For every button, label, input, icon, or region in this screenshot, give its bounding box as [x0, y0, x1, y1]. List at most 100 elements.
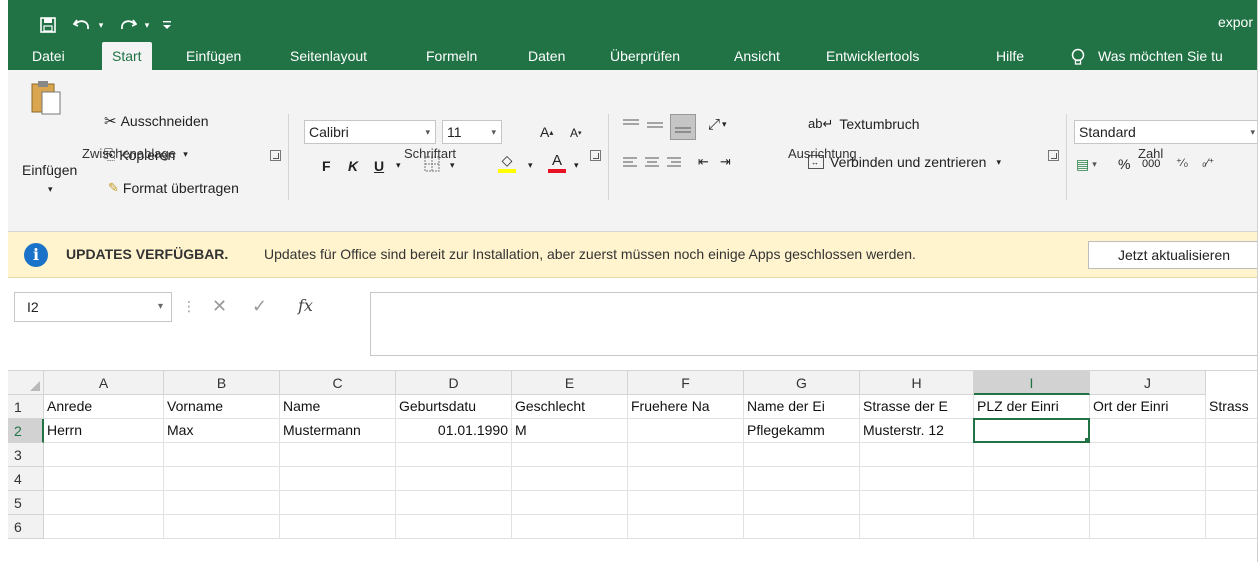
tab-seitenlayout[interactable]: Seitenlayout [290, 42, 367, 70]
tab-datei[interactable]: Datei [32, 42, 65, 70]
cell-j5[interactable] [1090, 491, 1206, 515]
cell-b2[interactable]: Max [164, 419, 280, 443]
tab-daten[interactable]: Daten [528, 42, 565, 70]
row-header-2[interactable]: 2 [8, 419, 44, 443]
save-icon[interactable] [36, 12, 60, 38]
fill-color-dropdown-icon[interactable]: ▾ [528, 160, 533, 171]
fill-color-icon[interactable]: ◇ [498, 152, 516, 173]
cell-f6[interactable] [628, 515, 744, 539]
cell-g3[interactable] [744, 443, 860, 467]
cell-a2[interactable]: Herrn [44, 419, 164, 443]
cell-k6[interactable] [1206, 515, 1257, 539]
confirm-icon[interactable]: ✓ [252, 296, 267, 317]
redo-dropdown-icon[interactable]: ▾ [142, 12, 152, 38]
tab-entwicklertools[interactable]: Entwicklertools [826, 42, 919, 70]
increase-indent-icon[interactable]: ⇥ [720, 154, 731, 170]
cell-k3[interactable] [1206, 443, 1257, 467]
font-color-dropdown-icon[interactable]: ▾ [574, 160, 579, 171]
font-launcher-icon[interactable] [590, 150, 601, 161]
update-now-button[interactable]: Jetzt aktualisieren [1088, 241, 1257, 269]
column-header-b[interactable]: B [164, 371, 280, 395]
currency-icon[interactable]: ▤ ▾ [1076, 156, 1097, 173]
cell-j6[interactable] [1090, 515, 1206, 539]
cell-h6[interactable] [860, 515, 974, 539]
column-header-g[interactable]: G [744, 371, 860, 395]
cell-e6[interactable] [512, 515, 628, 539]
underline-button[interactable]: U [374, 158, 384, 174]
row-header-1[interactable]: 1 [8, 395, 44, 419]
font-name-select[interactable]: Calibri ▾ [304, 120, 436, 144]
cell-k4[interactable] [1206, 467, 1257, 491]
cell-c2[interactable]: Mustermann [280, 419, 396, 443]
select-all-corner[interactable] [8, 371, 44, 395]
cell-e1[interactable]: Geschlecht [512, 395, 628, 419]
column-header-a[interactable]: A [44, 371, 164, 395]
chevron-down-icon[interactable]: ▾ [158, 293, 163, 321]
cell-b4[interactable] [164, 467, 280, 491]
cell-c3[interactable] [280, 443, 396, 467]
cell-b6[interactable] [164, 515, 280, 539]
copy-dropdown-icon[interactable]: ▾ [183, 149, 188, 160]
cell-g6[interactable] [744, 515, 860, 539]
customize-toolbar-icon[interactable] [160, 12, 174, 38]
cell-j3[interactable] [1090, 443, 1206, 467]
orientation-icon[interactable]: ⤢ ▾ [708, 116, 727, 133]
cell-h2[interactable]: Musterstr. 12 [860, 419, 974, 443]
name-box[interactable]: I2 ▾ [14, 292, 172, 322]
clipboard-launcher-icon[interactable] [270, 150, 281, 161]
cancel-icon[interactable]: ✕ [212, 296, 227, 317]
alignment-launcher-icon[interactable] [1048, 150, 1059, 161]
cell-c5[interactable] [280, 491, 396, 515]
cell-j1[interactable]: Ort der Einri [1090, 395, 1206, 419]
cell-g5[interactable] [744, 491, 860, 515]
decrease-decimal-icon[interactable]: ₀⁄⁺ [1202, 156, 1214, 169]
align-bottom-icon[interactable] [670, 114, 696, 140]
align-left-icon[interactable] [622, 156, 638, 170]
cell-e3[interactable] [512, 443, 628, 467]
insert-function-icon[interactable]: fx [298, 296, 313, 315]
column-header-d[interactable]: D [396, 371, 512, 395]
column-header-j[interactable]: J [1090, 371, 1206, 395]
cell-g1[interactable]: Name der Ei [744, 395, 860, 419]
cell-i6[interactable] [974, 515, 1090, 539]
row-header-3[interactable]: 3 [8, 443, 44, 467]
cell-k1[interactable]: Strass [1206, 395, 1257, 419]
row-header-6[interactable]: 6 [8, 515, 44, 539]
shrink-font-icon[interactable]: A ▾ [570, 126, 582, 140]
cell-h3[interactable] [860, 443, 974, 467]
font-color-icon[interactable]: A [548, 152, 566, 173]
cell-b3[interactable] [164, 443, 280, 467]
cell-i4[interactable] [974, 467, 1090, 491]
cell-f1[interactable]: Fruehere Na [628, 395, 744, 419]
cell-d2[interactable]: 01.01.1990 [396, 419, 512, 443]
cell-d6[interactable] [396, 515, 512, 539]
underline-dropdown-icon[interactable]: ▾ [396, 160, 401, 171]
italic-button[interactable]: K [348, 158, 358, 174]
cell-a4[interactable] [44, 467, 164, 491]
cell-b1[interactable]: Vorname [164, 395, 280, 419]
increase-decimal-icon[interactable]: ⁺⁄₀ [1176, 156, 1188, 169]
lightbulb-icon[interactable] [1070, 48, 1086, 65]
grow-font-icon[interactable]: A ▴ [540, 124, 553, 140]
tab-formeln[interactable]: Formeln [426, 42, 477, 70]
cell-b5[interactable] [164, 491, 280, 515]
merge-dropdown-icon[interactable]: ▾ [996, 157, 1001, 168]
row-header-4[interactable]: 4 [8, 467, 44, 491]
column-header-f[interactable]: F [628, 371, 744, 395]
cell-j4[interactable] [1090, 467, 1206, 491]
cell-f3[interactable] [628, 443, 744, 467]
cell-c1[interactable]: Name [280, 395, 396, 419]
cell-h4[interactable] [860, 467, 974, 491]
redo-icon[interactable] [116, 12, 140, 38]
cell-i5[interactable] [974, 491, 1090, 515]
cell-h1[interactable]: Strasse der E [860, 395, 974, 419]
cell-d3[interactable] [396, 443, 512, 467]
cell-e5[interactable] [512, 491, 628, 515]
wrap-text-button[interactable]: ab↵ Textumbruch [808, 116, 920, 132]
cell-c4[interactable] [280, 467, 396, 491]
paste-dropdown-icon[interactable]: ▾ [48, 184, 53, 195]
font-size-select[interactable]: 11 ▾ [442, 120, 502, 144]
format-painter-button[interactable]: ✎ Format übertragen [108, 180, 239, 196]
bold-button[interactable]: F [322, 158, 331, 174]
borders-dropdown-icon[interactable]: ▾ [450, 160, 455, 171]
